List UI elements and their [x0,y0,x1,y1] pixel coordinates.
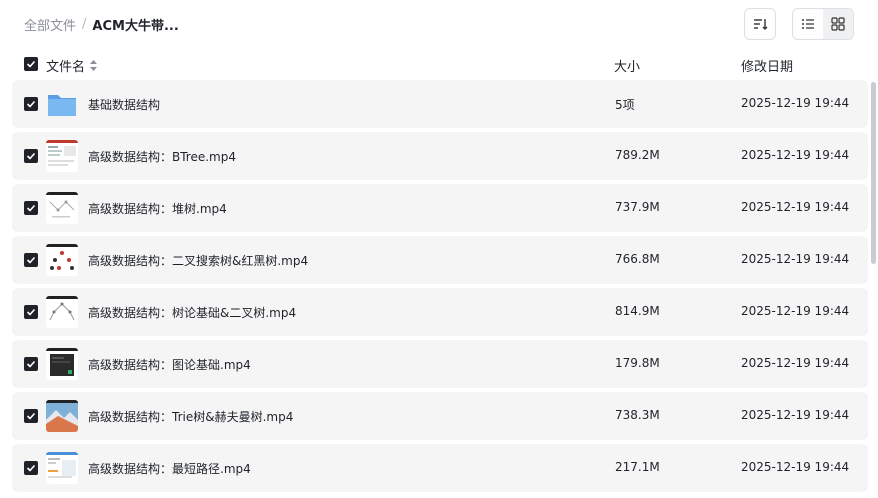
name-column-label: 文件名 [46,60,86,75]
list-header: 文件名 大小 修改日期 [12,50,868,78]
row-checkbox[interactable] [24,149,38,163]
list-item[interactable]: 高级数据结构：树论基础&二叉树.mp4 814.9M 2025-12-19 19… [12,288,868,336]
check-icon [26,308,36,316]
video-thumbnail-icon [46,348,78,380]
row-checkbox[interactable] [24,201,38,215]
check-icon [26,60,36,68]
name-column-header[interactable]: 文件名 [46,56,98,75]
list-item[interactable]: 高级数据结构：BTree.mp4 789.2M 2025-12-19 19:44 [12,132,868,180]
row-checkbox[interactable] [24,409,38,423]
select-all-checkbox[interactable] [24,57,38,71]
video-thumbnail-icon [46,452,78,484]
list-view-button[interactable] [793,9,823,39]
file-size: 814.9M [615,304,660,318]
row-checkbox[interactable] [24,305,38,319]
check-icon [26,204,36,212]
list-item[interactable]: 高级数据结构：二叉搜索树&红黑树.mp4 766.8M 2025-12-19 1… [12,236,868,284]
file-size: 5项 [615,98,635,112]
video-thumbnail-icon [46,140,78,172]
list-item[interactable]: 高级数据结构：图论基础.mp4 179.8M 2025-12-19 19:44 [12,340,868,388]
video-thumbnail-icon [46,244,78,276]
breadcrumb-current: ACM大牛带... [92,19,179,34]
sort-icon [754,19,768,30]
list-view-icon [802,19,814,29]
file-size: 737.9M [615,200,660,214]
file-name[interactable]: 高级数据结构：BTree.mp4 [88,148,236,165]
file-date: 2025-12-19 19:44 [741,304,850,318]
grid-view-icon [831,17,845,31]
file-name[interactable]: 基础数据结构 [88,96,160,113]
check-icon [26,100,36,108]
list-item[interactable]: 高级数据结构：Trie树&赫夫曼树.mp4 738.3M 2025-12-19 … [12,392,868,440]
list-item[interactable]: 高级数据结构：堆树.mp4 737.9M 2025-12-19 19:44 [12,184,868,232]
size-column-header[interactable]: 大小 [614,56,640,75]
file-name[interactable]: 高级数据结构：Trie树&赫夫曼树.mp4 [88,408,293,425]
list-item[interactable]: 基础数据结构 5项 2025-12-19 19:44 [12,80,868,128]
grid-view-button[interactable] [823,9,853,39]
file-name[interactable]: 高级数据结构：最短路径.mp4 [88,460,251,477]
check-icon [26,152,36,160]
top-bar: 全部文件 / ACM大牛带... [0,0,878,48]
file-date: 2025-12-19 19:44 [741,408,850,422]
row-checkbox[interactable] [24,357,38,371]
view-toggle [792,8,854,40]
row-checkbox[interactable] [24,461,38,475]
breadcrumb-root-link[interactable]: 全部文件 [24,15,76,34]
scrollbar-thumb[interactable] [871,82,876,264]
check-icon [26,464,36,472]
sort-button[interactable] [744,8,776,40]
file-size: 217.1M [615,460,660,474]
file-name[interactable]: 高级数据结构：图论基础.mp4 [88,356,251,373]
file-name[interactable]: 高级数据结构：二叉搜索树&红黑树.mp4 [88,252,308,269]
file-size: 738.3M [615,408,660,422]
check-icon [26,256,36,264]
video-thumbnail-icon [46,400,78,432]
file-size: 789.2M [615,148,660,162]
file-size: 766.8M [615,252,660,266]
file-date: 2025-12-19 19:44 [741,252,850,266]
file-date: 2025-12-19 19:44 [741,96,850,110]
breadcrumb-separator: / [82,17,87,32]
video-thumbnail-icon [46,296,78,328]
file-date: 2025-12-19 19:44 [741,460,850,474]
row-checkbox[interactable] [24,97,38,111]
row-checkbox[interactable] [24,253,38,267]
folder-icon [46,88,78,120]
file-size: 179.8M [615,356,660,370]
file-date: 2025-12-19 19:44 [741,148,850,162]
breadcrumb: 全部文件 / ACM大牛带... [24,15,179,34]
video-thumbnail-icon [46,192,78,224]
file-name[interactable]: 高级数据结构：树论基础&二叉树.mp4 [88,304,296,321]
check-icon [26,412,36,420]
sort-arrows-icon [90,60,98,71]
check-icon [26,360,36,368]
file-name[interactable]: 高级数据结构：堆树.mp4 [88,200,227,217]
list-item[interactable]: 高级数据结构：最短路径.mp4 217.1M 2025-12-19 19:44 [12,444,868,492]
file-date: 2025-12-19 19:44 [741,200,850,214]
file-date: 2025-12-19 19:44 [741,356,850,370]
date-column-header[interactable]: 修改日期 [741,56,793,75]
